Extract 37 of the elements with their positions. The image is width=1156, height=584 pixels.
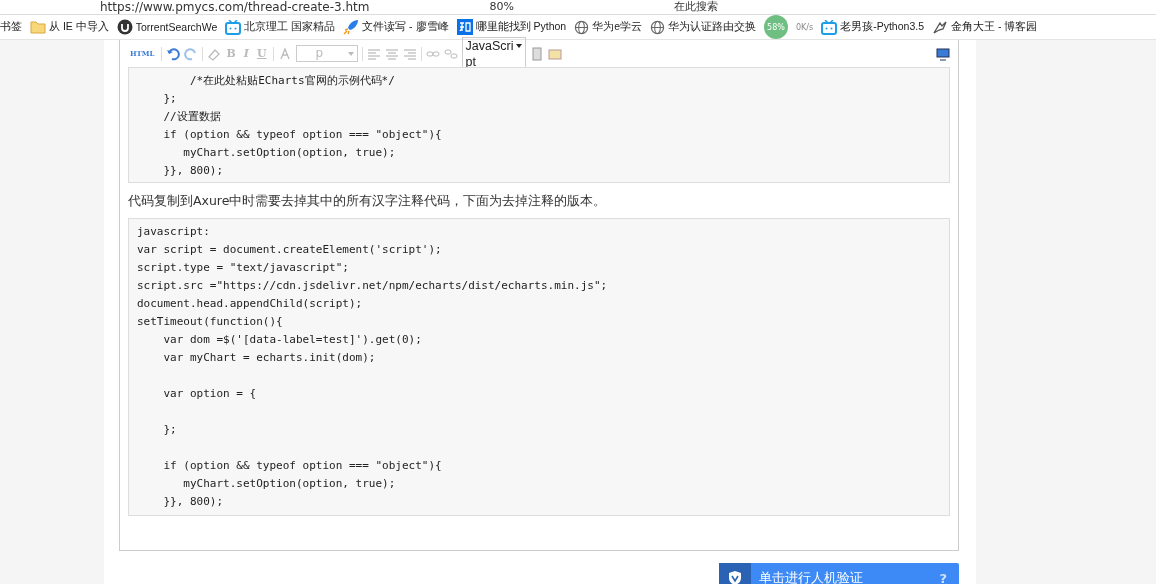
code-block-icon[interactable]: [529, 46, 544, 61]
bookmark-item[interactable]: 老男孩-Python3.5: [821, 19, 924, 35]
align-right-icon[interactable]: [402, 46, 417, 61]
shield-icon: [728, 570, 742, 584]
bird-icon: [932, 19, 948, 35]
rocket-icon: [343, 19, 360, 35]
globe-icon: [574, 19, 590, 35]
zoom-level: 80%: [489, 0, 514, 14]
torrent-icon: [116, 19, 133, 35]
unlink-icon[interactable]: [443, 46, 458, 61]
bookmark-item[interactable]: 文件读写 - 廖雪峰: [343, 19, 449, 35]
redo-icon[interactable]: [183, 46, 198, 61]
bookmark-item[interactable]: 从 IE 中导入: [30, 20, 109, 34]
code-block: javascript: var script = document.createElement('script'); script.type = "text/javascript"; script.src ="https://cdn.jsdelivr.net/npm/echarts/dist/echarts.min.js"; document.head.appendChild(script); setTimeout(function(){ var dom =$('[data-label=test]').get(0); var myChart = echarts.init(dom); var option = { }; if (option && typeof option === "object"){ myChart.setOption(option, true); }}, 800);: [128, 218, 950, 516]
code-block: /*在此处粘贴ECharts官网的示例代码*/ }; //设置数据 if (option && typeof option === "object"){ myChart.setOption(option, true); }}, 800);: [128, 67, 950, 183]
fullscreen-monitor-icon[interactable]: [936, 46, 950, 61]
bookmark-item[interactable]: 华为认证路由交换: [650, 19, 756, 35]
image-icon[interactable]: [547, 46, 562, 61]
bookmark-item[interactable]: 书签: [0, 20, 22, 34]
address-bar-url[interactable]: https://www.pmycs.com/thread-create-3.htm: [100, 0, 370, 14]
paragraph-text: 代码复制到Axure中时需要去掉其中的所有汉字注释代码，下面为去掉注释的版本。: [128, 193, 608, 210]
globe-icon: [650, 19, 665, 35]
folder-icon: [30, 20, 46, 34]
tv-icon: [821, 19, 838, 35]
undo-icon[interactable]: [165, 46, 180, 61]
align-center-icon[interactable]: [384, 46, 399, 61]
tv-icon: [225, 19, 242, 35]
bookmark-item[interactable]: TorrentSearchWe: [116, 19, 218, 35]
zhi-logo-icon: [456, 19, 473, 35]
bookmark-item[interactable]: 金角大王 - 博客园: [932, 19, 1038, 35]
align-left-icon[interactable]: [366, 46, 381, 61]
bookmark-item[interactable]: 华为e学云: [574, 19, 642, 35]
network-rate: 0K/s: [796, 22, 814, 32]
bookmark-item[interactable]: 北京理工 国家精品: [225, 19, 336, 35]
bookmark-item[interactable]: 哪里能找到 Python: [456, 19, 567, 35]
font-color-icon[interactable]: [277, 46, 292, 61]
search-field[interactable]: 在此搜索: [673, 0, 718, 14]
